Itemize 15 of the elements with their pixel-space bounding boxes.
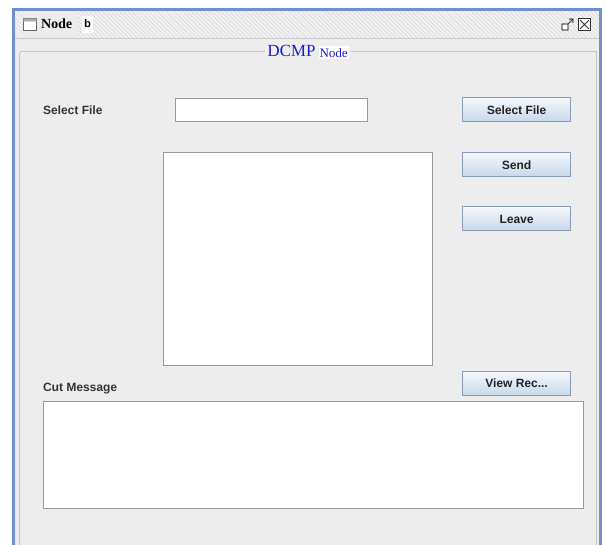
view-records-button[interactable]: View Rec...	[462, 370, 571, 396]
panel-title: DCMP	[267, 42, 316, 59]
message-area[interactable]	[43, 401, 584, 509]
window-icon	[23, 18, 37, 31]
panel-subtitle: Node	[318, 46, 349, 59]
leave-button[interactable]: Leave	[462, 206, 571, 231]
window-title: Node	[41, 16, 72, 34]
file-path-field[interactable]	[175, 98, 368, 122]
restore-icon[interactable]	[561, 18, 574, 31]
cut-message-label: Cut Message	[43, 379, 118, 396]
send-button[interactable]: Send	[462, 152, 571, 177]
tab-label: b	[82, 16, 93, 33]
select-file-label: Select File	[43, 102, 104, 118]
select-file-button[interactable]: Select File	[462, 97, 571, 122]
close-icon[interactable]	[578, 18, 591, 31]
